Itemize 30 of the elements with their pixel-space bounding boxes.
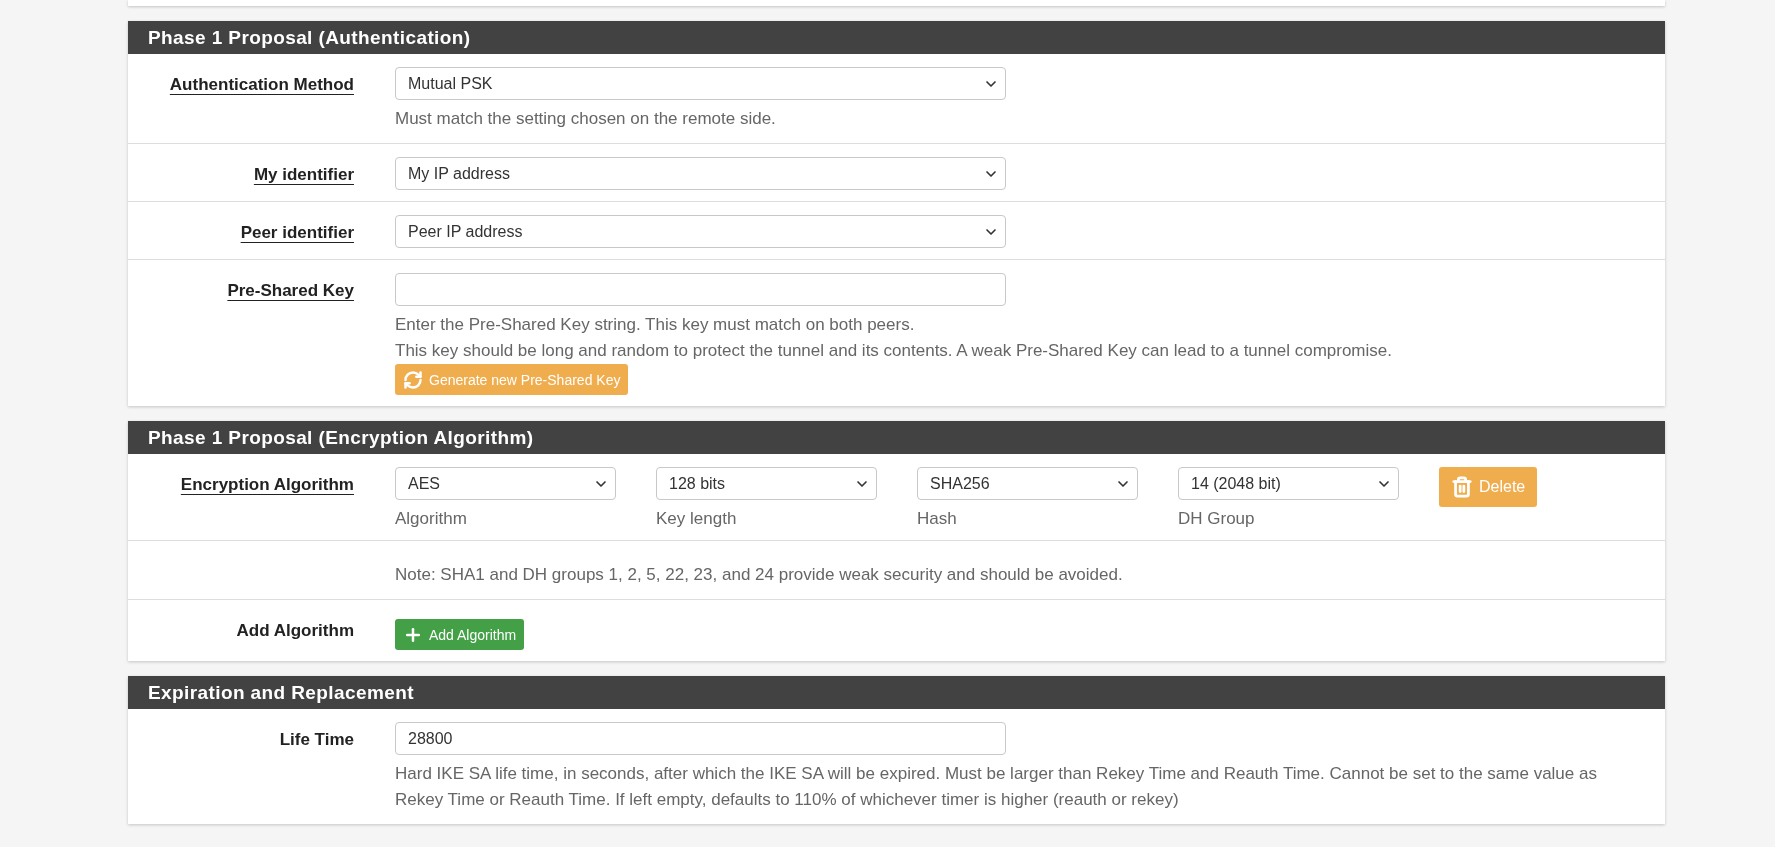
section-header: Expiration and Replacement bbox=[128, 676, 1665, 709]
field-caption: Hash bbox=[917, 509, 958, 529]
trash-icon bbox=[1451, 476, 1473, 498]
help-text: Note: SHA1 and DH groups 1, 2, 5, 22, 23, and 24 provide weak security and should be avoided. bbox=[395, 565, 1123, 584]
field-caption: Key length bbox=[656, 509, 738, 529]
section-header: Phase 1 Proposal (Authentication) bbox=[128, 21, 1665, 54]
help-text: Must match the setting chosen on the remote side. bbox=[395, 108, 776, 130]
field-label[interactable]: My identifier bbox=[253, 157, 354, 190]
field-label[interactable]: Authentication Method bbox=[169, 67, 354, 132]
dropdown-select[interactable]: AES bbox=[395, 467, 616, 500]
field-label[interactable]: Peer identifier bbox=[240, 215, 354, 248]
field-caption: DH Group bbox=[1178, 509, 1256, 529]
dropdown-select[interactable]: 128 bits bbox=[656, 467, 877, 500]
section-header: Phase 1 Proposal (Encryption Algorithm) bbox=[128, 421, 1665, 454]
dropdown-select[interactable]: My IP address bbox=[395, 157, 1006, 190]
text-input-field[interactable]: 28800 bbox=[395, 722, 1006, 755]
dropdown-select[interactable]: Mutual PSK bbox=[395, 67, 1006, 100]
text-input-field[interactable] bbox=[395, 273, 1006, 306]
field-label: Add Algorithm bbox=[236, 620, 354, 642]
dropdown-select[interactable]: Peer IP address bbox=[395, 215, 1006, 248]
dropdown-select[interactable]: 14 (2048 bit) bbox=[1178, 467, 1399, 500]
dropdown-select[interactable]: SHA256 bbox=[917, 467, 1138, 500]
field-caption: Algorithm bbox=[395, 509, 468, 529]
field-label: Life Time bbox=[279, 729, 354, 751]
help-text: Hard IKE SA life time, in seconds, after which the IKE SA will be expired. Must be larger than Rekey Time and Reauth Time. Cannot be set to the same value as Rekey Time or Reauth Time. If left empty, defaults to 110% of whichever timer is higher (reauth or rekey) bbox=[395, 763, 1598, 811]
help-text: This key should be long and random to protect the tunnel and its contents. A weak Pre-Shared Key can lead to a tunnel compromise. bbox=[395, 340, 1392, 362]
field-label[interactable]: Encryption Algorithm bbox=[180, 467, 354, 529]
help-text: Enter the Pre-Shared Key string. This key must match on both peers. bbox=[395, 314, 915, 336]
field-label[interactable]: Pre-Shared Key bbox=[227, 273, 354, 395]
refresh-icon bbox=[403, 369, 423, 390]
